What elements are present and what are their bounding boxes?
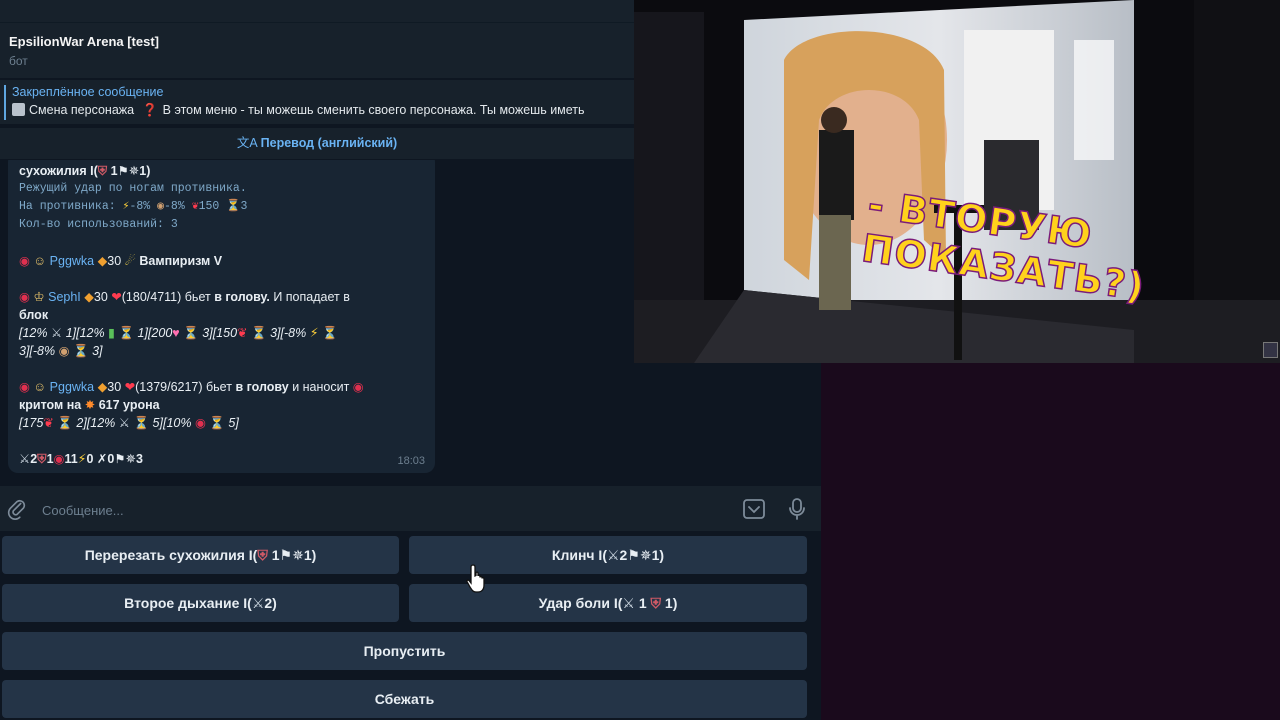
flag-icon: ⚑ [114, 452, 126, 466]
dodge-icon: ✗ [96, 452, 108, 466]
message-line-uses: Кол-во использований: 3 [19, 218, 178, 231]
flag-icon: ⚑ [279, 547, 293, 563]
message-input[interactable] [40, 498, 724, 522]
composer-bar [0, 486, 821, 531]
translate-icon: 文A [236, 136, 258, 150]
heart-icon: ❤ [124, 380, 136, 394]
message-line-description: Режущий удар по ногам противника. [19, 182, 247, 195]
second-wind-button[interactable]: Второе дыхание I(⚔2) [2, 584, 399, 622]
pinned-title: Закреплённое сообщение [12, 85, 164, 99]
hourglass-icon: ⏳ [321, 326, 338, 340]
message-line-event-2-stats-2: 3][-8% ◉ ⏳ 3] [19, 344, 103, 358]
sparkle-icon: ✵ [292, 547, 304, 563]
hourglass-icon: ⏳ [183, 326, 199, 340]
hourglass-icon: ⏳ [209, 416, 225, 430]
shield-icon: ⛨ [37, 452, 47, 466]
lips-icon: ◉ [19, 290, 30, 304]
video-overlay[interactable]: - ВТОРУЮ ПОКАЗАТЬ?) [634, 0, 1280, 363]
sparkle-icon: ✵ [128, 164, 140, 178]
shield-icon: ⛨ [257, 547, 268, 563]
message-line-event-3-crit: критом на ✸ 617 урона [19, 398, 160, 412]
sword-icon: ⚔ [118, 416, 130, 430]
message-line-resources: ⚔2⛨1◉11⚡0 ✗0⚑✵3 [19, 452, 143, 466]
diamond-icon: ◆ [97, 380, 108, 394]
hand-cursor-icon [466, 564, 485, 593]
hourglass-icon: ⏳ [226, 200, 241, 213]
message-time: 18:03 [397, 455, 425, 467]
translate-bar[interactable]: 文A Перевод (английский) [0, 128, 634, 159]
lightning-icon: ⚡ [309, 326, 319, 340]
blood-drop-icon: ❦ [43, 416, 54, 430]
message-line-event-1: ◉ ☺ Pggwka ◆30 ☄ Вампиризм V [19, 254, 223, 268]
player-icon: ♔ [33, 290, 45, 304]
comet-icon: ☄ [124, 254, 136, 268]
microphone-icon[interactable] [787, 497, 807, 521]
stage-video-frame [634, 0, 1280, 363]
lips-icon: ◉ [352, 380, 364, 394]
sword-icon: ⚔ [19, 452, 31, 466]
pinned-text-label: Смена персонажа [29, 103, 135, 117]
hearts-icon: ♥ [172, 326, 180, 340]
player-nick[interactable]: Pggwka [50, 380, 94, 394]
blood-drop-icon: ❦ [237, 326, 248, 340]
message-line-event-2-stats: [12% ⚔ 1][12% ▮ ⏳ 1][200♥ ⏳ 3][150❦ ⏳ 3]… [19, 326, 338, 340]
message-line-event-3-stats: [175❦ ⏳ 2][12% ⚔ ⏳ 5][10% ◉ ⏳ 5] [19, 416, 239, 430]
person-icon [12, 103, 25, 116]
chat-subtitle: бот [9, 54, 28, 68]
pinned-message-bar[interactable]: Закреплённое сообщение Смена персонажа ❓ В… [0, 80, 634, 124]
diamond-icon: ◆ [97, 254, 108, 268]
sword-icon: ⚔ [251, 595, 265, 611]
flag-icon: ⚑ [117, 164, 129, 178]
window-top-strip [0, 0, 634, 22]
lips-icon: ◉ [194, 416, 206, 430]
player-nick[interactable]: Pggwka [50, 254, 94, 268]
book-icon: ▮ [108, 326, 115, 340]
chat-title[interactable]: EpsilionWar Arena [test] [9, 34, 159, 49]
message-line-event-3: ◉ ☺ Pggwka ◆30 ❤(1379/6217) бьет в голов… [19, 380, 364, 394]
eye-icon: ◉ [58, 344, 70, 358]
message-bubble[interactable]: сухожилия I(⛨ 1⚑✵1) Режущий удар по нога… [8, 160, 435, 473]
exclamation-icon: ❓ [142, 103, 158, 117]
shield-icon: ⛨ [97, 164, 108, 178]
flag-icon: ⚑ [627, 547, 640, 563]
skip-button[interactable]: Пропустить [2, 632, 807, 670]
flee-button[interactable]: Сбежать [2, 680, 807, 718]
message-line-event-2-block: блок [19, 308, 49, 322]
message-line-skill-name: сухожилия I(⛨ 1⚑✵1) [19, 164, 151, 178]
hourglass-icon: ⏳ [73, 344, 89, 358]
message-line-event-2: ◉ ♔ SephI ◆30 ❤(180/4711) бьет в голову.… [19, 290, 350, 304]
sparkle-icon: ✵ [639, 547, 652, 563]
lips-icon: ◉ [19, 254, 30, 268]
hourglass-icon: ⏳ [57, 416, 73, 430]
explosion-icon: ✸ [84, 398, 96, 412]
hourglass-icon: ⏳ [251, 326, 267, 340]
paperclip-icon[interactable] [6, 498, 28, 520]
chat-header[interactable]: EpsilionWar Arena [test] бот [0, 22, 634, 78]
blood-drop-icon: ❦ [191, 200, 199, 213]
camera-thumbnail [1263, 342, 1278, 358]
pinned-text-body: В этом меню - ты можешь сменить своего п… [162, 103, 585, 117]
cut-tendons-button[interactable]: Перерезать сухожилия I(⛨ 1⚑✵1) [2, 536, 399, 574]
sword-icon: ⚔ [606, 547, 620, 563]
pinned-text: Смена персонажа ❓ В этом меню - ты можешь … [12, 103, 585, 118]
eye-icon: ◉ [157, 200, 165, 213]
shield-icon: ⛨ [650, 595, 662, 611]
pinned-accent-bar [4, 85, 6, 120]
lips-icon: ◉ [53, 452, 65, 466]
message-line-effects: На противника: ⚡-8% ◉-8% ❦150 ⏳3 [19, 198, 424, 216]
translate-label[interactable]: Перевод (английский) [261, 136, 398, 150]
hourglass-icon: ⏳ [118, 326, 135, 340]
player-nick[interactable]: SephI [48, 290, 81, 304]
sparkle-icon: ✵ [125, 452, 137, 466]
heart-icon: ❤ [111, 290, 122, 304]
hourglass-icon: ⏳ [133, 416, 150, 430]
lips-icon: ◉ [19, 380, 30, 394]
player-icon: ☺ [33, 254, 47, 268]
bot-keyboard-icon[interactable] [742, 497, 766, 521]
sword-icon: ⚔ [622, 595, 635, 611]
diamond-icon: ◆ [84, 290, 94, 304]
sword-icon: ⚔ [50, 326, 63, 340]
player-icon: ☺ [33, 380, 47, 394]
